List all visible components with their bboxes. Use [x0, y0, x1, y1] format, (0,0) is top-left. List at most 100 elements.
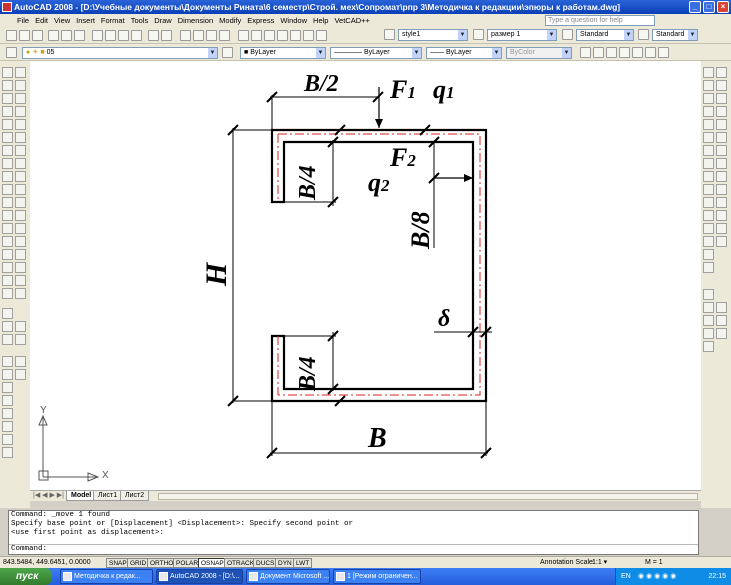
mleader-icon[interactable]: [716, 210, 727, 221]
undo-icon[interactable]: [148, 30, 159, 41]
dimension-aligned-icon[interactable]: [703, 80, 714, 91]
chevron-down-icon[interactable]: ▼: [412, 48, 421, 58]
markup-icon[interactable]: [290, 30, 301, 41]
tab-nav-arrows-icon[interactable]: |◀ ◀ ▶ ▶|: [33, 491, 64, 501]
annotation-scale-select[interactable]: 1:1 ▾: [592, 557, 607, 568]
osnap-endpoint-icon[interactable]: [703, 289, 714, 300]
osnap-intersection-icon[interactable]: [716, 302, 727, 313]
ellipse-icon[interactable]: [2, 171, 13, 182]
lineweight-select[interactable]: —— ByLayer ▼: [426, 47, 502, 59]
corner-icon[interactable]: [703, 249, 714, 260]
dimension-jogged-icon[interactable]: [703, 106, 714, 117]
layer-freeze-icon[interactable]: [2, 334, 13, 345]
table-icon[interactable]: [2, 275, 13, 286]
rectangle-icon[interactable]: [2, 106, 13, 117]
table-style-select[interactable]: Standard ▼: [576, 29, 634, 41]
leader-icon[interactable]: [703, 210, 714, 221]
help-icon[interactable]: [316, 30, 327, 41]
text-convert-icon[interactable]: [2, 447, 13, 458]
menu-draw[interactable]: Draw: [151, 14, 175, 27]
dim-break-icon[interactable]: [716, 145, 727, 156]
dimension-arc-icon[interactable]: [716, 80, 727, 91]
viewport-three-icon[interactable]: [619, 47, 630, 58]
table-style-icon[interactable]: [562, 29, 573, 40]
chevron-down-icon[interactable]: ▼: [688, 30, 697, 40]
viewport-scale-icon[interactable]: [658, 47, 669, 58]
construction-line-icon[interactable]: [15, 67, 26, 78]
menu-express[interactable]: Express: [244, 14, 277, 27]
osnap-toggle[interactable]: OSNAP: [198, 558, 227, 568]
ray-icon[interactable]: [703, 236, 714, 247]
make-block-icon[interactable]: [2, 210, 13, 221]
task-autocad[interactable]: AutoCAD 2008 - [D:\...: [156, 569, 243, 584]
erase-icon[interactable]: [15, 80, 26, 91]
dim-text-edit-icon[interactable]: [716, 184, 727, 195]
zoom-window-icon[interactable]: [206, 30, 217, 41]
layer-walk-icon[interactable]: [2, 321, 13, 332]
text-find-icon[interactable]: [2, 421, 13, 432]
scale-icon[interactable]: [15, 171, 26, 182]
sheet-set-icon[interactable]: [277, 30, 288, 41]
color-select[interactable]: ■ ByLayer ▼: [240, 47, 326, 59]
command-input[interactable]: Command:: [9, 544, 698, 554]
language-indicator[interactable]: EN: [621, 568, 631, 585]
plot-icon[interactable]: [48, 30, 59, 41]
minimize-button[interactable]: _: [689, 1, 701, 13]
polygon-icon[interactable]: [2, 93, 13, 104]
tools-icon[interactable]: [703, 262, 714, 273]
osnap-nearest-icon[interactable]: [703, 341, 714, 352]
menu-insert[interactable]: Insert: [73, 14, 98, 27]
spline-icon[interactable]: [2, 158, 13, 169]
offset-icon[interactable]: [15, 119, 26, 130]
osnap-center-icon[interactable]: [703, 315, 714, 326]
menu-modify[interactable]: Modify: [216, 14, 244, 27]
chevron-down-icon[interactable]: ▼: [562, 48, 571, 58]
chamfer-icon[interactable]: [15, 249, 26, 260]
match-properties-icon[interactable]: [131, 30, 142, 41]
horizontal-scrollbar[interactable]: [158, 493, 698, 500]
help-search-input[interactable]: Type a question for help: [545, 15, 655, 26]
layer-tools-icon[interactable]: [2, 308, 13, 319]
continue-icon[interactable]: [716, 132, 727, 143]
dim-space-icon[interactable]: [703, 145, 714, 156]
design-center-icon[interactable]: [251, 30, 262, 41]
dyn-toggle[interactable]: DYN: [275, 558, 295, 568]
explode-icon[interactable]: [15, 275, 26, 286]
menu-view[interactable]: View: [51, 14, 73, 27]
quick-dimension-icon[interactable]: [716, 119, 727, 130]
start-button[interactable]: пуск: [0, 568, 52, 585]
dimension-radius-icon[interactable]: [716, 93, 727, 104]
tab-layout1[interactable]: Лист1: [93, 491, 123, 501]
circle-icon[interactable]: [2, 132, 13, 143]
dimension-diameter-icon[interactable]: [716, 106, 727, 117]
fillet-mode-icon[interactable]: [716, 236, 727, 247]
join-icon[interactable]: [15, 236, 26, 247]
tool-palettes-icon[interactable]: [264, 30, 275, 41]
linetype-select[interactable]: ———— ByLayer ▼: [330, 47, 422, 59]
break-icon[interactable]: [15, 223, 26, 234]
insert-block-icon[interactable]: [2, 197, 13, 208]
ortho-toggle[interactable]: ORTHO: [147, 558, 177, 568]
autocad-app-icon[interactable]: [2, 2, 12, 12]
chevron-down-icon[interactable]: ▼: [547, 30, 556, 40]
array-icon[interactable]: [15, 132, 26, 143]
text-align-icon[interactable]: [2, 356, 13, 367]
text-icon[interactable]: [15, 288, 26, 299]
draworder-icon[interactable]: [703, 67, 714, 78]
copy-icon[interactable]: [105, 30, 116, 41]
extend-icon[interactable]: [15, 210, 26, 221]
chevron-down-icon[interactable]: ▼: [316, 48, 325, 58]
mtext-icon[interactable]: [2, 288, 13, 299]
polar-toggle[interactable]: POLAR: [173, 558, 202, 568]
multileader-style-icon[interactable]: [638, 29, 649, 40]
text-explode-icon[interactable]: [2, 382, 13, 393]
stretch-icon[interactable]: [15, 184, 26, 195]
tolerance-icon[interactable]: [703, 158, 714, 169]
baseline-icon[interactable]: [703, 132, 714, 143]
dimension-angular-icon[interactable]: [703, 119, 714, 130]
drawing-canvas[interactable]: B/2 F1 q1 B/4 F2 q2 B/8 H δ B/4 B Y X: [30, 61, 701, 490]
text-fit-icon[interactable]: [15, 356, 26, 367]
osnap-tangent-icon[interactable]: [703, 328, 714, 339]
menu-file[interactable]: File: [14, 14, 32, 27]
xline-icon[interactable]: [716, 223, 727, 234]
